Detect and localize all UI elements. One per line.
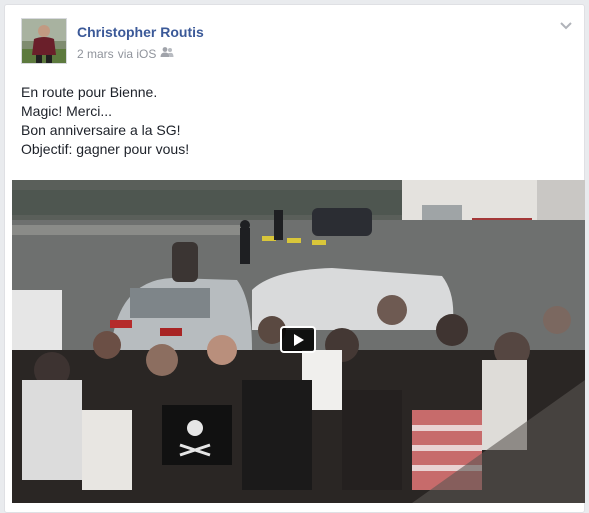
author-name-link[interactable]: Christopher Routis bbox=[77, 24, 204, 40]
post-line: Magic! Merci... bbox=[21, 103, 113, 119]
post-meta: 2 mars via iOS bbox=[77, 46, 174, 61]
friends-icon[interactable] bbox=[160, 46, 174, 61]
video-player[interactable] bbox=[12, 180, 585, 503]
chevron-down-icon[interactable] bbox=[558, 17, 574, 33]
post-text: En route pour Bienne. Magic! Merci... Bo… bbox=[21, 83, 561, 159]
post-line: Bon anniversaire a la SG! bbox=[21, 122, 181, 138]
post-card: Christopher Routis 2 mars via iOS En rou… bbox=[4, 4, 585, 513]
post-line: En route pour Bienne. bbox=[21, 84, 158, 100]
play-icon[interactable] bbox=[280, 326, 316, 353]
post-date-link[interactable]: 2 mars bbox=[77, 47, 114, 61]
author-avatar[interactable] bbox=[21, 18, 67, 64]
post-line: Objectif: gagner pour vous! bbox=[21, 141, 190, 157]
post-source: via iOS bbox=[117, 46, 157, 61]
